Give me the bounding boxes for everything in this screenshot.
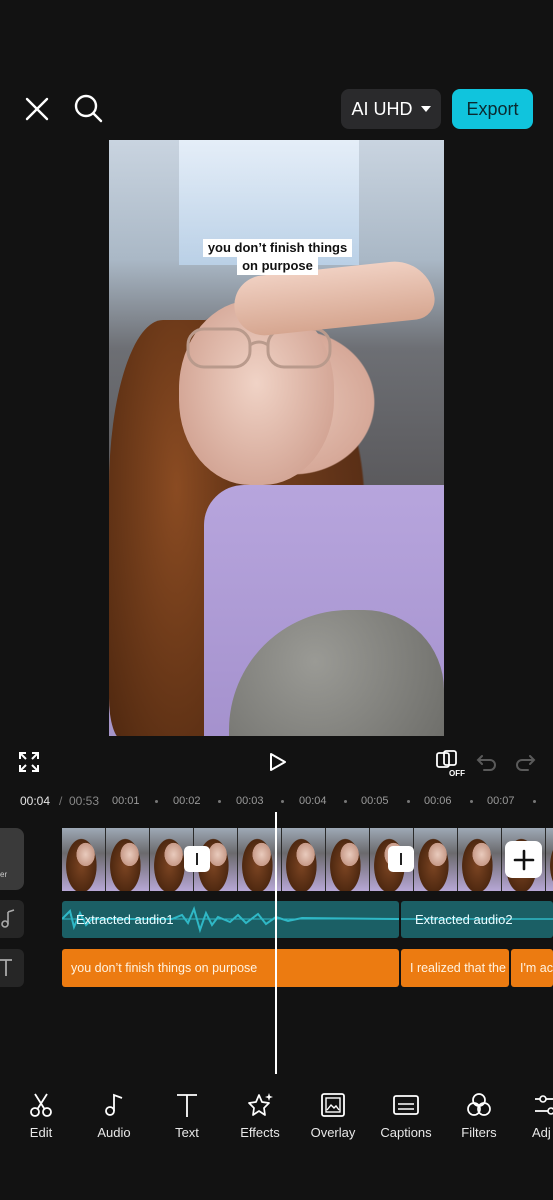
- video-frame-thumbnail: [282, 828, 326, 891]
- video-track[interactable]: [62, 828, 553, 891]
- time-separator: /: [59, 794, 63, 808]
- video-frame-thumbnail: [62, 828, 106, 891]
- caption-overlay[interactable]: you don’t finish things on purpose: [200, 239, 355, 275]
- ruler-dot: [407, 800, 410, 803]
- toolbar-adjust[interactable]: Adj: [515, 1091, 553, 1151]
- resolution-dropdown[interactable]: AI UHD: [341, 89, 441, 129]
- video-frame-thumbnail: [414, 828, 458, 891]
- toolbar-label: Audio: [97, 1125, 131, 1140]
- current-time: 00:04: [20, 794, 51, 808]
- toolbar-text[interactable]: Text: [150, 1091, 224, 1151]
- toolbar-edit[interactable]: Edit: [4, 1091, 78, 1151]
- ruler-dot: [470, 800, 473, 803]
- text-clip-1[interactable]: you don’t finish things on purpose: [62, 949, 399, 987]
- text-icon: [0, 959, 12, 976]
- filters-icon: [467, 1093, 491, 1116]
- transition-button[interactable]: [388, 846, 414, 872]
- ruler-dot: [218, 800, 221, 803]
- toolbar-label: Edit: [29, 1125, 53, 1140]
- ruler-dot: [344, 800, 347, 803]
- text-clip-label: I realized that the: [410, 961, 506, 975]
- undo-icon: [476, 755, 496, 771]
- transition-button[interactable]: [184, 846, 210, 872]
- toolbar-label: Filters: [461, 1125, 497, 1140]
- audio-track-header[interactable]: [0, 900, 24, 938]
- text-clip-2[interactable]: I realized that the: [401, 949, 509, 987]
- play-icon: [270, 753, 286, 771]
- close-button[interactable]: [20, 92, 54, 126]
- toolbar-label: Text: [175, 1125, 199, 1140]
- search-icon: [74, 94, 103, 123]
- video-preview[interactable]: you don’t finish things on purpose: [109, 140, 444, 736]
- text-icon: [177, 1094, 197, 1117]
- video-frame-thumbnail: [458, 828, 502, 891]
- keyframe-toggle[interactable]: OFF: [435, 749, 465, 777]
- toolbar-captions[interactable]: Captions: [369, 1091, 443, 1151]
- caption-line-1: you don’t finish things: [202, 239, 353, 257]
- ruler-tick: 00:07: [487, 795, 515, 807]
- cover-label: er: [0, 870, 8, 879]
- toolbar-filters[interactable]: Filters: [442, 1091, 516, 1151]
- music-note-icon: [105, 1093, 123, 1116]
- music-note-icon: [1, 909, 15, 928]
- keyframe-off-icon: OFF: [436, 750, 465, 777]
- add-clip-button[interactable]: [505, 841, 542, 878]
- fullscreen-icon: [19, 752, 39, 772]
- ruler-tick: 00:04: [299, 795, 327, 807]
- redo-button[interactable]: [514, 752, 536, 772]
- toolbar-label: Captions: [380, 1125, 432, 1140]
- ruler-tick: 00:01: [112, 795, 140, 807]
- video-frame-thumbnail: [326, 828, 370, 891]
- audio-clip-label: Extracted audio1: [76, 912, 174, 927]
- toolbar-label: Overlay: [310, 1125, 356, 1140]
- chevron-down-icon: [420, 106, 431, 112]
- resolution-label: AI UHD: [351, 98, 413, 119]
- ruler-tick: 00:05: [361, 795, 389, 807]
- toolbar-audio[interactable]: Audio: [77, 1091, 151, 1151]
- ruler-dot: [281, 800, 284, 803]
- redo-icon: [516, 755, 536, 771]
- scissors-icon: [30, 1093, 52, 1117]
- play-button[interactable]: [266, 751, 288, 773]
- fullscreen-button[interactable]: [18, 751, 40, 773]
- total-duration: 00:53: [69, 794, 100, 808]
- captions-icon: [393, 1095, 419, 1115]
- keyframe-off-badge: OFF: [449, 769, 465, 777]
- toolbar-effects[interactable]: Effects: [223, 1091, 297, 1151]
- text-clip-label: I'm ac: [520, 961, 553, 975]
- close-icon: [25, 97, 49, 121]
- playhead[interactable]: [275, 812, 277, 1074]
- ruler-tick: 00:02: [173, 795, 201, 807]
- ruler-tick: 00:06: [424, 795, 452, 807]
- caption-line-2: on purpose: [237, 257, 318, 275]
- search-button[interactable]: [70, 90, 106, 126]
- audio-clip-label: Extracted audio2: [415, 912, 513, 927]
- ruler-dot: [155, 800, 158, 803]
- overlay-icon: [321, 1093, 345, 1117]
- toolbar-label: Effects: [240, 1125, 280, 1140]
- sparkle-star-icon: [248, 1093, 273, 1116]
- audio-clip-1[interactable]: Extracted audio1: [62, 901, 399, 938]
- ruler-dot: [533, 800, 536, 803]
- adjust-icon: [535, 1095, 553, 1115]
- text-clip-label: you don’t finish things on purpose: [71, 961, 258, 975]
- ruler-tick: 00:03: [236, 795, 264, 807]
- plus-icon: [513, 849, 534, 870]
- cover-button[interactable]: [0, 828, 24, 890]
- audio-clip-2[interactable]: Extracted audio2: [401, 901, 553, 938]
- toolbar-overlay[interactable]: Overlay: [296, 1091, 370, 1151]
- video-frame-thumbnail: [106, 828, 150, 891]
- toolbar-label: Adj: [532, 1125, 551, 1140]
- undo-button[interactable]: [476, 752, 498, 772]
- text-track-header[interactable]: [0, 949, 24, 987]
- export-button[interactable]: Export: [452, 89, 533, 129]
- text-clip-3[interactable]: I'm ac: [511, 949, 553, 987]
- video-frame-thumbnail: [546, 828, 553, 891]
